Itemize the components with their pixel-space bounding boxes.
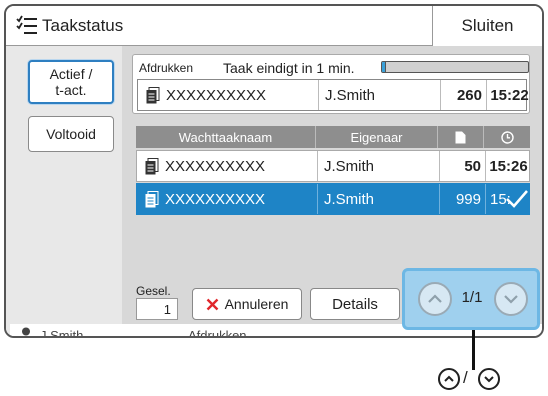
- chevron-up-icon: [444, 375, 454, 382]
- callout-down-icon: [478, 368, 500, 390]
- job-time: 15:26: [485, 151, 531, 181]
- header-time: [484, 126, 530, 148]
- tab-active-label-line1: Actief /: [49, 66, 93, 82]
- document-icon: [145, 158, 159, 175]
- page-up-button[interactable]: [418, 282, 452, 316]
- document-icon: [145, 191, 159, 208]
- chevron-up-icon: [428, 294, 442, 303]
- selected-count: 1: [136, 298, 178, 320]
- pages-icon: [455, 131, 466, 143]
- job-name: XXXXXXXXXX: [165, 190, 266, 208]
- job-pages: 50: [439, 151, 485, 181]
- current-job-row[interactable]: XXXXXXXXXX J.Smith 260 15:22: [137, 79, 529, 111]
- queue-table-header: Wachttaaknaam Eigenaar: [136, 126, 530, 148]
- job-owner: J.Smith: [317, 184, 449, 214]
- details-button[interactable]: Details: [310, 288, 400, 320]
- callout-slash: /: [463, 368, 468, 387]
- queue-row[interactable]: XXXXXXXXXX J.Smith 50 15:26: [136, 150, 530, 182]
- callout-up-icon: [438, 368, 460, 390]
- print-status-text: Taak eindigt in 1 min.: [223, 60, 355, 76]
- job-time: 15:22: [486, 80, 532, 110]
- current-print-box: Afdrukken Taak eindigt in 1 min. XXXXXXX…: [132, 54, 530, 114]
- checkmark-icon: [506, 190, 528, 208]
- progress-fill: [382, 62, 387, 72]
- footer-mode: Afdrukken: [188, 328, 247, 338]
- job-owner: J.Smith: [317, 151, 449, 181]
- job-owner: J.Smith: [318, 80, 450, 110]
- printing-label: Afdrukken: [139, 61, 194, 75]
- job-name: XXXXXXXXXX: [165, 157, 266, 175]
- page-indicator: 1/1: [461, 289, 483, 306]
- selected-label: Gesel.: [136, 284, 171, 298]
- callout-line: [472, 330, 475, 370]
- cancel-label: Annuleren: [224, 296, 289, 312]
- tab-completed[interactable]: Voltooid: [28, 116, 114, 152]
- queue-row-selected[interactable]: XXXXXXXXXX J.Smith 999 15:: [136, 183, 530, 215]
- chevron-down-icon: [504, 295, 518, 304]
- close-button[interactable]: Sluiten: [432, 6, 542, 46]
- page-title: Taakstatus: [42, 16, 124, 35]
- header-owner: Eigenaar: [316, 126, 438, 148]
- job-pages: 260: [440, 80, 486, 110]
- chevron-down-icon: [484, 376, 494, 383]
- user-name: J.Smith: [40, 328, 84, 338]
- page-down-button[interactable]: [494, 282, 528, 316]
- job-name: XXXXXXXXXX: [166, 86, 267, 104]
- clock-icon: [500, 130, 514, 144]
- user-icon: [22, 327, 30, 336]
- header-job-name: Wachttaaknaam: [136, 126, 316, 148]
- tab-active-label-line2: t-act.: [55, 82, 87, 98]
- job-list-icon: [16, 15, 37, 34]
- tab-sidebar: Actief / t-act. Voltooid: [6, 46, 122, 336]
- cancel-x-icon: [206, 298, 218, 310]
- header-pages: [438, 126, 484, 148]
- document-icon: [146, 87, 160, 104]
- job-pages: 999: [439, 184, 485, 214]
- progress-bar: [381, 61, 529, 73]
- title-bar: Taakstatus Sluiten: [6, 6, 542, 46]
- tab-active-pending[interactable]: Actief / t-act.: [28, 60, 114, 104]
- cancel-job-button[interactable]: Annuleren: [192, 288, 302, 320]
